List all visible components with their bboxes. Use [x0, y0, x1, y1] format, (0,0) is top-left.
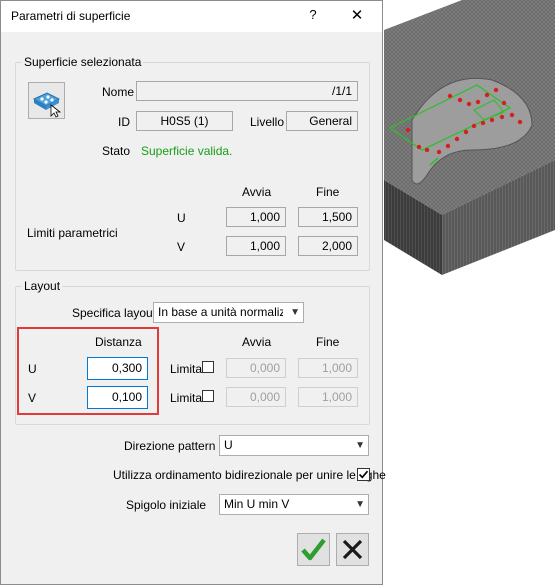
u-distance-input[interactable]: 0,300 — [87, 357, 148, 380]
id-field: H0S5 (1) — [136, 111, 233, 131]
v-limit-label: Limita — [170, 391, 203, 405]
layout-v-label: V — [28, 391, 37, 405]
start-edge-value: Min U min V — [224, 497, 290, 511]
layout-spec-select[interactable]: In base a unità normalizzat ▼ — [153, 302, 304, 323]
surface-v-label: V — [177, 240, 186, 254]
cancel-button[interactable] — [336, 533, 369, 566]
v-end-field[interactable]: 1,000 — [298, 387, 358, 407]
start-edge-select[interactable]: Min U min V ▼ — [219, 494, 369, 515]
black-x-icon — [342, 539, 363, 560]
layout-end-header: Fine — [316, 335, 340, 349]
start-edge-label: Spigolo iniziale — [126, 498, 207, 512]
surface-select-button[interactable] — [28, 82, 65, 119]
surface-u-end-field: 1,500 — [298, 207, 358, 227]
green-check-icon — [301, 538, 326, 561]
pattern-direction-select[interactable]: U ▼ — [219, 435, 369, 456]
u-start-field[interactable]: 0,000 — [226, 358, 286, 378]
level-field: General — [286, 111, 358, 131]
bidirectional-checkbox[interactable] — [357, 468, 370, 481]
state-label: Stato — [102, 144, 131, 158]
surface-u-label: U — [177, 211, 186, 225]
chevron-down-icon: ▼ — [355, 499, 365, 510]
surface-u-start-field: 1,000 — [226, 207, 286, 227]
chevron-down-icon: ▼ — [290, 307, 300, 318]
pattern-direction-value: U — [224, 438, 233, 452]
surface-parameters-dialog: Parametri di superficie ? ✕ Superficie s… — [0, 0, 386, 585]
surface-select-icon — [32, 92, 62, 118]
model-render — [384, 0, 555, 275]
3d-viewport[interactable] — [382, 0, 555, 585]
bidirectional-label: Utilizza ordinamento bidirezionale per u… — [113, 468, 386, 482]
surface-v-end-field: 2,000 — [298, 236, 358, 256]
u-limit-label: Limita — [170, 362, 203, 376]
name-label: Nome — [102, 85, 135, 99]
surface-v-start-field: 1,000 — [226, 236, 286, 256]
surface-end-header: Fine — [316, 185, 340, 199]
distance-header: Distanza — [95, 335, 142, 349]
v-start-field[interactable]: 0,000 — [226, 387, 286, 407]
layout-spec-value: In base a unità normalizzat — [158, 305, 283, 319]
v-limit-checkbox[interactable] — [202, 390, 214, 402]
pattern-direction-label: Direzione pattern — [124, 439, 216, 453]
layout-u-label: U — [28, 362, 37, 376]
close-button[interactable]: ✕ — [345, 6, 369, 28]
name-field: /1/1 — [136, 81, 358, 101]
dialog-title: Parametri di superficie — [11, 9, 131, 23]
title-bar: Parametri di superficie ? ✕ — [1, 1, 382, 32]
param-limits-label: Limiti parametrici — [27, 226, 118, 240]
selected-surface-legend: Superficie selezionata — [24, 55, 142, 69]
level-label: Livello — [250, 115, 285, 129]
state-value: Superficie valida. — [141, 144, 233, 158]
layout-legend: Layout — [24, 279, 61, 293]
u-end-field[interactable]: 1,000 — [298, 358, 358, 378]
id-label: ID — [118, 115, 130, 129]
checkmark-icon — [358, 470, 369, 479]
layout-start-header: Avvia — [242, 335, 272, 349]
u-limit-checkbox[interactable] — [202, 361, 214, 373]
v-distance-input[interactable]: 0,100 — [87, 386, 148, 409]
help-button[interactable]: ? — [302, 7, 324, 27]
surface-start-header: Avvia — [242, 185, 272, 199]
chevron-down-icon: ▼ — [355, 440, 365, 451]
layout-spec-label: Specifica layout — [72, 306, 157, 320]
accept-button[interactable] — [297, 533, 330, 566]
